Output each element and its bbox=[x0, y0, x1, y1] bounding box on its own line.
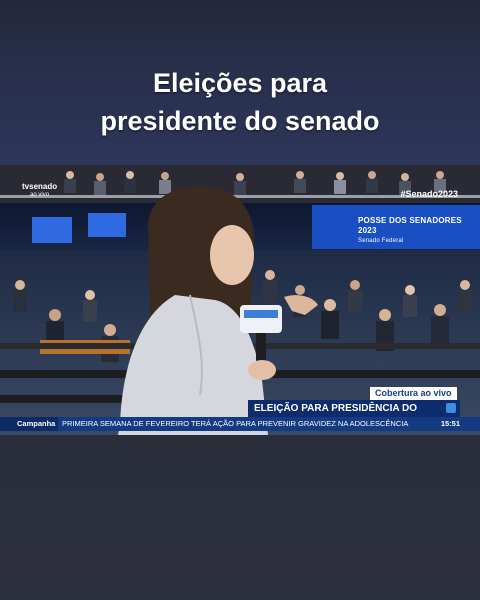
left-screen-2 bbox=[88, 213, 126, 237]
bottom-band bbox=[0, 435, 480, 600]
video-frame[interactable]: tvsenado ao vivo #Senado2023 POSSE DOS S… bbox=[0, 165, 480, 435]
main-screen-title: POSSE DOS SENADORES 2023 bbox=[358, 216, 462, 235]
senado-mark-icon bbox=[446, 403, 456, 413]
main-screen-subtitle: Senado Federal bbox=[358, 238, 404, 244]
main-screen-text: POSSE DOS SENADORES 2023 Senado Federal bbox=[358, 216, 480, 246]
headline-line-1: Eleições para bbox=[152, 68, 328, 98]
top-band: Eleições para presidente do senado bbox=[0, 0, 480, 165]
headline-line-2: presidente do senado bbox=[100, 106, 380, 136]
channel-logo-name: tvsenado bbox=[22, 182, 58, 191]
channel-logo-sub: ao vivo bbox=[30, 192, 50, 198]
hashtag: #Senado2023 bbox=[400, 189, 458, 199]
left-screen-1 bbox=[32, 217, 72, 243]
ticker-time: 15:51 bbox=[440, 419, 460, 428]
headline: Eleições para presidente do senado bbox=[0, 64, 480, 140]
live-badge: Cobertura ao vivo bbox=[370, 387, 457, 400]
ticker-text: PRIMEIRA SEMANA DE FEVEREIRO TERÁ AÇÃO P… bbox=[62, 419, 409, 428]
channel-logo: tvsenado ao vivo bbox=[22, 182, 57, 200]
lower-third-title: ELEIÇÃO PARA PRESIDÊNCIA DO SENADO bbox=[248, 400, 460, 431]
news-ticker: Campanha PRIMEIRA SEMANA DE FEVEREIRO TE… bbox=[0, 417, 480, 431]
ticker-label: Campanha bbox=[0, 417, 58, 431]
